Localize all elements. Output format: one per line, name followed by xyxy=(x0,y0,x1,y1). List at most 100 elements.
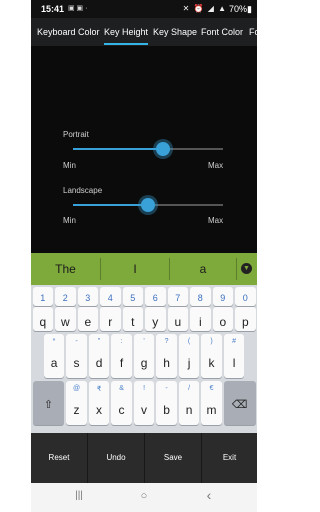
system-status-icons: ✕ ⏰ ◢ ▲ xyxy=(182,4,227,13)
key-label: f xyxy=(119,356,124,370)
key-b[interactable]: -b xyxy=(156,381,177,425)
key-y[interactable]: y xyxy=(145,307,166,331)
backspace-key[interactable]: ⌫ xyxy=(223,381,256,425)
key-i[interactable]: i xyxy=(190,307,211,331)
key-hint: ₹ xyxy=(96,386,102,393)
key-label: t xyxy=(131,315,135,329)
key-label: v xyxy=(141,403,148,417)
tab-keyboard-color[interactable]: Keyboard Color xyxy=(37,18,100,46)
tab-key-height[interactable]: Key Height xyxy=(104,18,149,46)
key-hint: @ xyxy=(72,385,81,392)
slider-fill xyxy=(73,204,148,206)
key-9[interactable]: 9 xyxy=(212,287,234,306)
key-m[interactable]: € m xyxy=(201,381,222,425)
key-label: l xyxy=(232,356,236,370)
key-8[interactable]: 8 xyxy=(190,287,211,306)
key-label: m xyxy=(206,403,217,417)
key-hint: " xyxy=(97,338,101,345)
key-e[interactable]: e xyxy=(77,307,99,331)
key-label: 3 xyxy=(85,293,91,303)
key-label: h xyxy=(163,356,170,370)
tab-label: Font Color xyxy=(201,27,244,37)
button-label: Reset xyxy=(48,453,70,462)
home-icon[interactable]: ○ xyxy=(134,490,154,502)
slider-thumb[interactable] xyxy=(141,198,155,212)
key-label: 7 xyxy=(175,293,181,303)
key-g[interactable]: ' g xyxy=(133,334,155,378)
key-2[interactable]: 2 xyxy=(55,287,76,306)
key-k[interactable]: ) k xyxy=(201,334,222,378)
key-label: i xyxy=(198,315,202,329)
key-7[interactable]: 7 xyxy=(167,287,189,306)
tab-key-shape[interactable]: Key Shape xyxy=(153,18,197,46)
recent-apps-icon[interactable]: ||| xyxy=(69,490,89,501)
portrait-label: Portrait xyxy=(63,130,89,139)
key-hint: - xyxy=(165,385,168,392)
key-label: 9 xyxy=(220,293,226,303)
key-u[interactable]: u xyxy=(167,307,189,331)
undo-button[interactable]: Undo xyxy=(88,433,144,483)
key-4[interactable]: 4 xyxy=(100,287,121,306)
backspace-icon: ⌫ xyxy=(231,399,248,411)
back-icon[interactable]: ‹ xyxy=(199,487,219,503)
key-c[interactable]: & c xyxy=(111,381,132,425)
shift-key[interactable]: ⇧ xyxy=(32,381,65,425)
key-v[interactable]: ! v xyxy=(133,381,155,425)
button-label: Undo xyxy=(106,453,126,462)
key-6[interactable]: 6 xyxy=(145,287,166,306)
key-hint: ! xyxy=(143,385,146,392)
key-j[interactable]: (j xyxy=(178,334,200,378)
key-x[interactable]: ₹ x xyxy=(88,381,110,425)
landscape-label: Landscape xyxy=(63,186,103,195)
key-w[interactable]: w xyxy=(55,307,76,331)
tab-label: Key Height xyxy=(104,27,149,37)
landscape-slider[interactable] xyxy=(73,198,223,212)
key-hint: / xyxy=(188,385,191,392)
key-z[interactable]: @ z xyxy=(66,381,87,425)
tab-font[interactable]: Fo xyxy=(249,18,257,46)
key-label: 2 xyxy=(62,293,68,303)
key-label: c xyxy=(118,403,125,417)
key-s[interactable]: -s xyxy=(66,334,87,378)
key-label: 8 xyxy=(197,293,203,303)
tab-font-color[interactable]: Font Color xyxy=(201,18,243,46)
key-3[interactable]: 3 xyxy=(77,287,99,306)
key-5[interactable]: 5 xyxy=(122,287,144,306)
key-hint: ? xyxy=(164,338,169,345)
key-t[interactable]: t xyxy=(122,307,144,331)
exit-button[interactable]: Exit xyxy=(202,433,257,483)
key-1[interactable]: 1 xyxy=(32,287,54,306)
suggestion-divider xyxy=(236,258,237,280)
status-time: 15:41 xyxy=(41,4,65,14)
tab-label: Key Shape xyxy=(153,27,198,37)
key-a[interactable]: * a xyxy=(43,334,65,378)
key-label: d xyxy=(95,356,103,370)
suggestion-word[interactable]: a xyxy=(170,253,236,285)
save-button[interactable]: Save xyxy=(145,433,201,483)
key-label: b xyxy=(163,403,170,417)
key-f[interactable]: :f xyxy=(111,334,132,378)
expand-suggestions-icon[interactable]: ▼ xyxy=(241,263,252,274)
key-n[interactable]: / n xyxy=(178,381,200,425)
key-o[interactable]: o xyxy=(212,307,234,331)
key-d[interactable]: " d xyxy=(88,334,110,378)
action-bar: Reset Undo Save Exit xyxy=(31,433,257,483)
portrait-slider[interactable] xyxy=(73,142,223,156)
key-0[interactable]: 0 xyxy=(235,287,256,306)
key-h[interactable]: ? h xyxy=(156,334,177,378)
key-label: g xyxy=(140,356,148,370)
key-label: z xyxy=(73,403,80,417)
reset-button[interactable]: Reset xyxy=(31,433,87,483)
notification-icons: ▣ ▣ · xyxy=(68,5,88,12)
key-p[interactable]: p xyxy=(235,307,256,331)
slider-thumb[interactable] xyxy=(156,142,170,156)
key-label: p xyxy=(241,315,249,329)
key-label: 0 xyxy=(242,293,248,303)
key-q[interactable]: q xyxy=(32,307,54,331)
suggestion-word[interactable]: The xyxy=(31,253,100,285)
key-r[interactable]: r xyxy=(100,307,121,331)
suggestion-word[interactable]: I xyxy=(101,253,169,285)
key-l[interactable]: # l xyxy=(223,334,245,378)
key-label: e xyxy=(84,315,92,329)
key-label: s xyxy=(73,356,80,370)
